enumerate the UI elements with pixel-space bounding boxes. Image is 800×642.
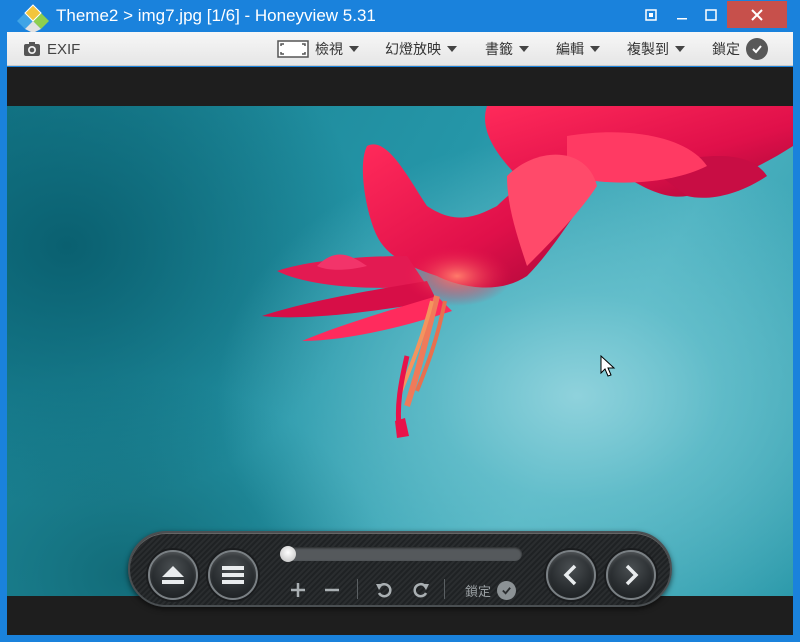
zoom-out-button[interactable] [319,577,345,603]
minimize-icon [677,18,687,20]
lock-button[interactable]: 鎖定 [712,32,768,66]
bookmark-label: 書籤 [485,42,513,58]
honeyview-logo-icon [17,4,49,33]
lock-toggle-label: 鎖定 [465,584,492,600]
next-image-button[interactable] [606,550,656,600]
photo-display [7,106,793,596]
mouse-cursor-icon [600,355,616,377]
rotate-right-button[interactable] [408,577,434,603]
chevron-down-icon [349,46,359,52]
always-on-top-button[interactable] [636,0,666,30]
chevron-left-icon [563,564,577,586]
slideshow-menu[interactable]: 幻燈放映 [385,32,457,66]
edit-label: 編輯 [556,42,584,58]
flower-image [262,106,793,438]
rotate-right-icon [413,582,429,598]
previous-image-button[interactable] [546,550,596,600]
plus-icon [291,583,305,597]
eject-icon [162,566,184,584]
progress-slider[interactable] [280,547,522,561]
maximize-icon [705,9,717,21]
frame-icon [277,40,309,58]
copy-to-menu[interactable]: 複製到 [627,32,685,66]
chevron-right-icon [625,564,639,586]
window-title: Theme2 > img7.jpg [1/6] - Honeyview 5.31 [56,6,376,25]
menu-icon [222,566,244,584]
minimize-button[interactable] [668,0,696,30]
chevron-down-icon [519,46,529,52]
close-icon [751,8,763,21]
progress-slider-handle[interactable] [280,546,296,562]
maximize-button[interactable] [697,0,725,30]
chevron-down-icon [447,46,457,52]
chevron-down-icon [675,46,685,52]
view-label: 檢視 [315,42,343,58]
close-button[interactable] [727,1,787,28]
check-icon [746,38,768,60]
minus-icon [325,588,339,592]
lock-label: 鎖定 [712,42,740,58]
divider [444,579,445,599]
divider [357,579,358,599]
app-window: Theme2 > img7.jpg [1/6] - Honeyview 5.31 [0,0,800,642]
zoom-in-button[interactable] [285,577,311,603]
title-bar[interactable]: Theme2 > img7.jpg [1/6] - Honeyview 5.31 [0,0,800,33]
check-icon [497,580,517,600]
camera-icon [24,42,40,56]
copy-to-label: 複製到 [627,42,669,58]
exif-button[interactable]: EXIF [23,32,80,66]
lock-toggle[interactable]: 鎖定 [465,577,517,603]
eject-button[interactable] [148,550,198,600]
rotate-left-button[interactable] [371,577,397,603]
image-viewer[interactable]: 鎖定 [7,67,793,635]
view-menu[interactable]: 檢視 [277,32,359,66]
exif-label: EXIF [47,40,81,58]
edit-menu[interactable]: 編輯 [556,32,600,66]
rotate-left-icon [376,582,392,598]
menu-button[interactable] [208,550,258,600]
playback-control-bar: 鎖定 [128,531,672,607]
slideshow-label: 幻燈放映 [385,42,441,58]
pin-icon [645,9,657,21]
bookmark-menu[interactable]: 書籤 [485,32,529,66]
chevron-down-icon [590,46,600,52]
toolbar: EXIF 檢視 幻燈放映 書籤 編輯 複製到 鎖定 [7,32,793,66]
